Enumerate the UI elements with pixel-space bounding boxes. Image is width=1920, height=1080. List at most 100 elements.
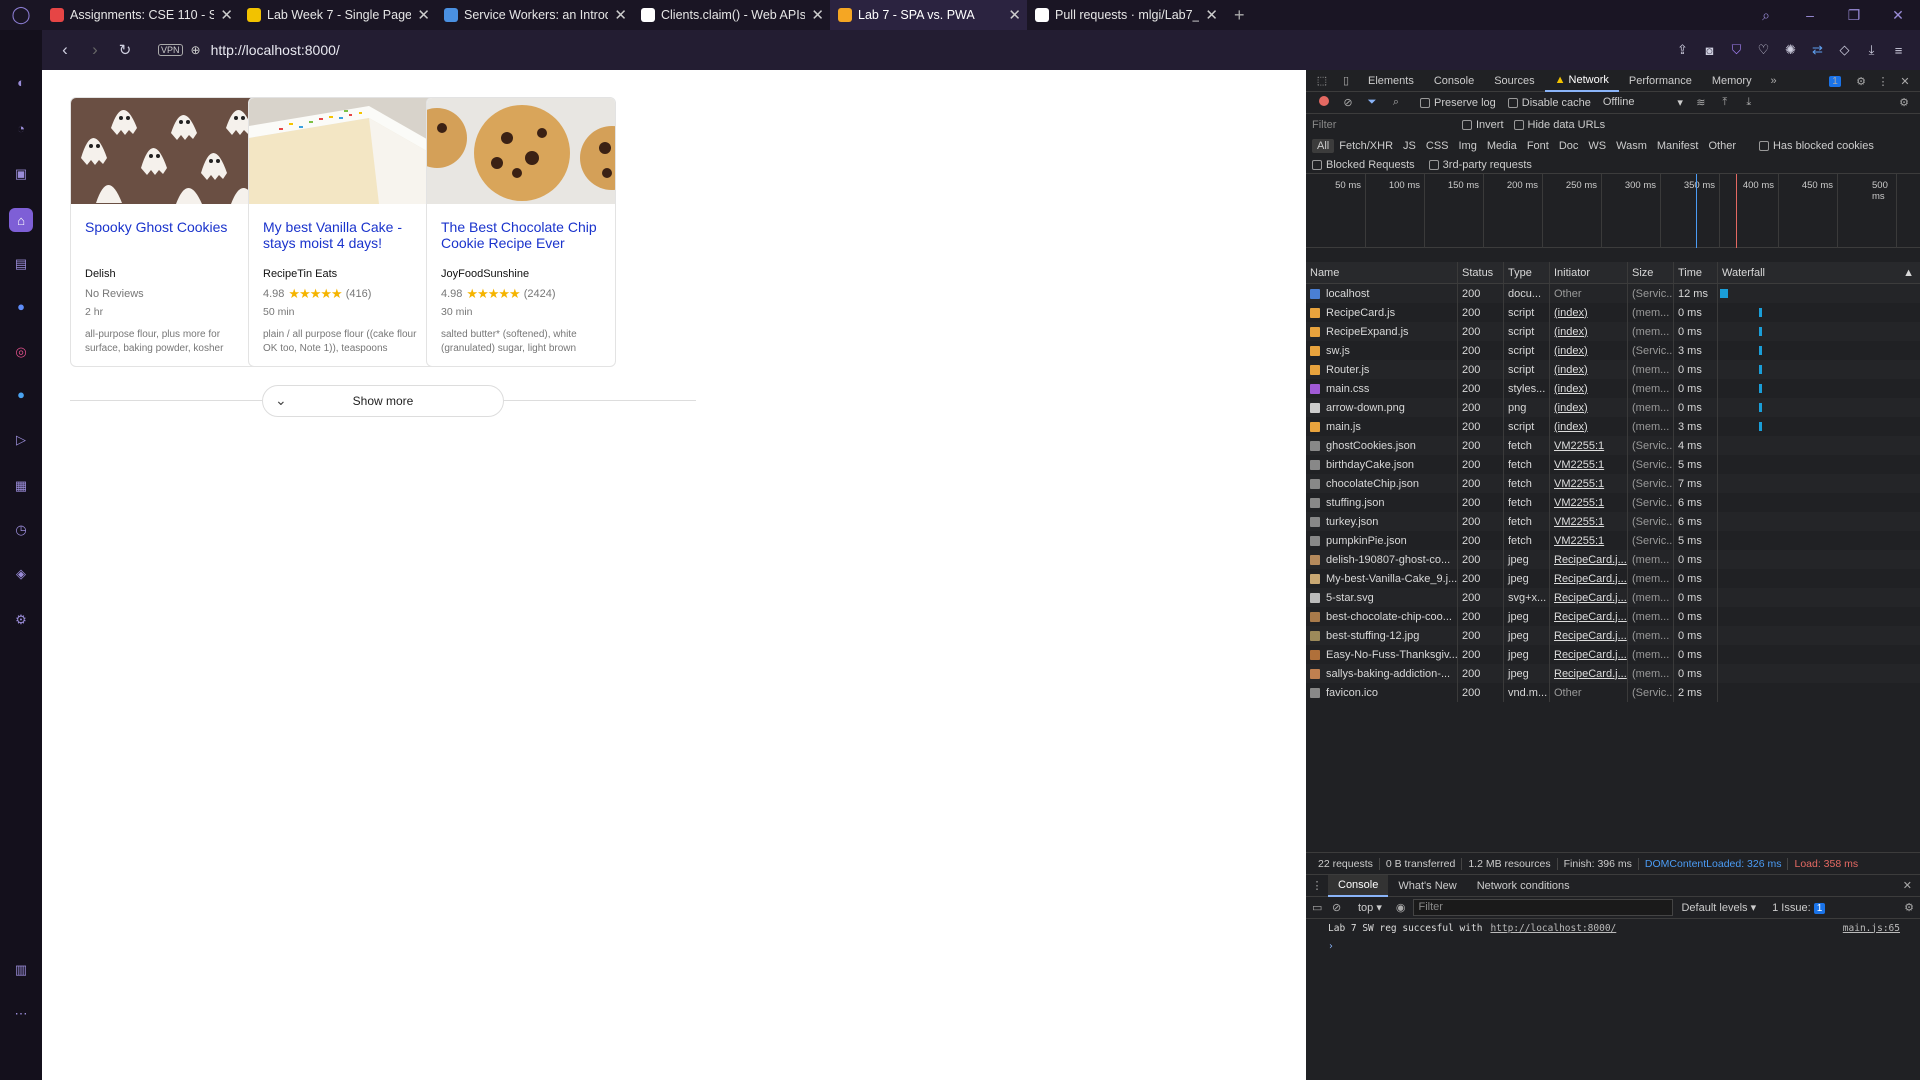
share-icon[interactable]: ⇪ <box>1669 42 1696 58</box>
close-tab-icon[interactable]: ✕ <box>811 6 824 24</box>
type-filter-manifest[interactable]: Manifest <box>1652 139 1704 153</box>
request-name-cell[interactable]: pumpkinPie.json <box>1306 531 1458 550</box>
initiator-cell[interactable]: RecipeCard.j... <box>1550 645 1628 664</box>
download-har-icon[interactable]: ⤓ <box>1737 96 1761 109</box>
initiator-cell[interactable]: RecipeCard.j... <box>1550 626 1628 645</box>
device-toggle-icon[interactable]: ▯ <box>1334 74 1358 87</box>
request-name-cell[interactable]: turkey.json <box>1306 512 1458 531</box>
request-name-cell[interactable]: favicon.ico <box>1306 683 1458 702</box>
table-row[interactable]: birthdayCake.json 200 fetch VM2255:1 (Servic… <box>1306 455 1920 474</box>
issues-button[interactable]: 1 Issue: 1 <box>1772 902 1826 914</box>
cube-sidebar-icon[interactable]: ◈ <box>9 562 33 586</box>
briefcase-icon[interactable]: ▤ <box>9 252 33 276</box>
type-filter-font[interactable]: Font <box>1522 139 1554 153</box>
table-row[interactable]: RecipeCard.js 200 script (index) (mem... 0 ms <box>1306 303 1920 322</box>
request-name-cell[interactable]: RecipeExpand.js <box>1306 322 1458 341</box>
inspect-icon[interactable]: ⬚ <box>1310 74 1334 87</box>
disable-cache-checkbox[interactable]: Disable cache <box>1507 97 1591 109</box>
type-filter-media[interactable]: Media <box>1482 139 1522 153</box>
history-icon[interactable]: ◷ <box>9 518 33 542</box>
more-icon[interactable]: ⋯ <box>9 1002 33 1026</box>
network-settings-icon[interactable]: ⚙ <box>1892 96 1916 109</box>
close-tab-icon[interactable]: ✕ <box>614 6 627 24</box>
initiator-cell[interactable]: VM2255:1 <box>1550 531 1628 550</box>
request-name-cell[interactable]: localhost <box>1306 284 1458 303</box>
speed-dial-icon[interactable]: ◔ <box>9 116 33 140</box>
table-row[interactable]: arrow-down.png 200 png (index) (mem... 0 ms <box>1306 398 1920 417</box>
table-row[interactable]: main.js 200 script (index) (mem... 3 ms <box>1306 417 1920 436</box>
type-filter-all[interactable]: All <box>1312 139 1335 153</box>
back-button[interactable]: ‹ <box>50 40 80 60</box>
initiator-cell[interactable]: (index) <box>1550 379 1628 398</box>
table-row[interactable]: localhost 200 docu... Other (Servic... 12 ms <box>1306 284 1920 303</box>
close-devtools-icon[interactable]: ✕ <box>1894 75 1916 88</box>
drawer-menu-icon[interactable]: ⋮ <box>1306 879 1328 892</box>
eye-icon[interactable]: ◉ <box>1396 901 1406 914</box>
column-name[interactable]: Name <box>1306 262 1458 283</box>
search-tabs-icon[interactable]: ⌕ <box>1744 7 1788 24</box>
settings-gear-icon[interactable]: ⚙ <box>1850 75 1872 88</box>
filter-input[interactable]: Filter <box>1312 119 1462 131</box>
close-tab-icon[interactable]: ✕ <box>220 6 233 24</box>
table-row[interactable]: chocolateChip.json 200 fetch VM2255:1 (Servi… <box>1306 474 1920 493</box>
initiator-cell[interactable]: VM2255:1 <box>1550 436 1628 455</box>
type-filter-css[interactable]: CSS <box>1421 139 1454 153</box>
table-row[interactable]: My-best-Vanilla-Cake_9.j... 200 jpeg Recipe… <box>1306 569 1920 588</box>
column-waterfall[interactable]: Waterfall ▲ <box>1718 262 1920 283</box>
initiator-cell[interactable]: (index) <box>1550 360 1628 379</box>
request-name-cell[interactable]: best-stuffing-12.jpg <box>1306 626 1458 645</box>
record-icon[interactable] <box>1312 96 1336 109</box>
type-filter-js[interactable]: JS <box>1398 139 1421 153</box>
column-initiator[interactable]: Initiator <box>1550 262 1628 283</box>
initiator-cell[interactable]: VM2255:1 <box>1550 493 1628 512</box>
close-tab-icon[interactable]: ✕ <box>417 6 430 24</box>
settings-icon[interactable]: ⚙ <box>9 608 33 632</box>
request-name-cell[interactable]: RecipeCard.js <box>1306 303 1458 322</box>
console-filter-input[interactable]: Filter <box>1413 899 1674 916</box>
initiator-cell[interactable]: (index) <box>1550 341 1628 360</box>
request-name-cell[interactable]: Router.js <box>1306 360 1458 379</box>
table-row[interactable]: ghostCookies.json 200 fetch VM2255:1 (Servic… <box>1306 436 1920 455</box>
initiator-cell[interactable]: (index) <box>1550 398 1628 417</box>
request-name-cell[interactable]: arrow-down.png <box>1306 398 1458 417</box>
sidebar-toggle-icon[interactable]: ▭ <box>1312 901 1332 914</box>
extension-icon[interactable]: ✺ <box>1777 42 1804 58</box>
new-tab-button[interactable]: + <box>1234 5 1245 26</box>
cube-icon[interactable]: ◇ <box>1831 42 1858 58</box>
minimize-button[interactable]: – <box>1788 7 1832 23</box>
maximize-button[interactable]: ❐ <box>1832 7 1876 24</box>
table-row[interactable]: delish-190807-ghost-co... 200 jpeg RecipeCa… <box>1306 550 1920 569</box>
shield-icon[interactable]: ⛉ <box>1723 42 1750 58</box>
camera-icon[interactable]: ◙ <box>1696 43 1723 58</box>
upload-icon[interactable]: ⤒ <box>1713 96 1737 109</box>
table-row[interactable]: pumpkinPie.json 200 fetch VM2255:1 (Servic..… <box>1306 531 1920 550</box>
request-name-cell[interactable]: Easy-No-Fuss-Thanksgiv... <box>1306 645 1458 664</box>
context-select[interactable]: top ▾ <box>1358 901 1382 914</box>
bag-icon[interactable]: ▣ <box>9 162 33 186</box>
table-row[interactable]: Router.js 200 script (index) (mem... 0 ms <box>1306 360 1920 379</box>
initiator-cell[interactable]: RecipeCard.j... <box>1550 550 1628 569</box>
has-blocked-cookies-checkbox[interactable]: Has blocked cookies <box>1758 140 1874 152</box>
type-filter-ws[interactable]: WS <box>1583 139 1611 153</box>
recipe-card-chocolate-chip[interactable]: The Best Chocolate Chip Cookie Recipe Ev… <box>426 97 616 367</box>
type-filter-fetchxhr[interactable]: Fetch/XHR <box>1334 139 1398 153</box>
drawer-tab-console[interactable]: Console <box>1328 874 1389 897</box>
more-tabs-icon[interactable]: » <box>1762 75 1786 87</box>
wifi-icon[interactable]: ≋ <box>1689 96 1713 109</box>
hide-data-urls-checkbox[interactable]: Hide data URLs <box>1513 119 1605 131</box>
request-name-cell[interactable]: 5-star.svg <box>1306 588 1458 607</box>
messenger-icon[interactable]: ● <box>9 294 33 318</box>
request-name-cell[interactable]: main.css <box>1306 379 1458 398</box>
type-filter-img[interactable]: Img <box>1454 139 1482 153</box>
tab-elements[interactable]: Elements <box>1358 70 1424 92</box>
initiator-cell[interactable]: RecipeCard.j... <box>1550 607 1628 626</box>
opera-logo-icon[interactable]: ◯ <box>0 0 42 30</box>
show-more-button[interactable]: ⌄ Show more <box>262 385 504 417</box>
url-field[interactable]: http://localhost:8000/ <box>211 42 340 58</box>
column-time[interactable]: Time <box>1674 262 1718 283</box>
browser-tab[interactable]: Service Workers: an Introdu ✕ <box>436 0 633 30</box>
table-row[interactable]: best-chocolate-chip-coo... 200 jpeg RecipeC… <box>1306 607 1920 626</box>
initiator-cell[interactable]: VM2255:1 <box>1550 474 1628 493</box>
close-drawer-icon[interactable]: ✕ <box>1903 879 1912 892</box>
initiator-cell[interactable]: (index) <box>1550 417 1628 436</box>
